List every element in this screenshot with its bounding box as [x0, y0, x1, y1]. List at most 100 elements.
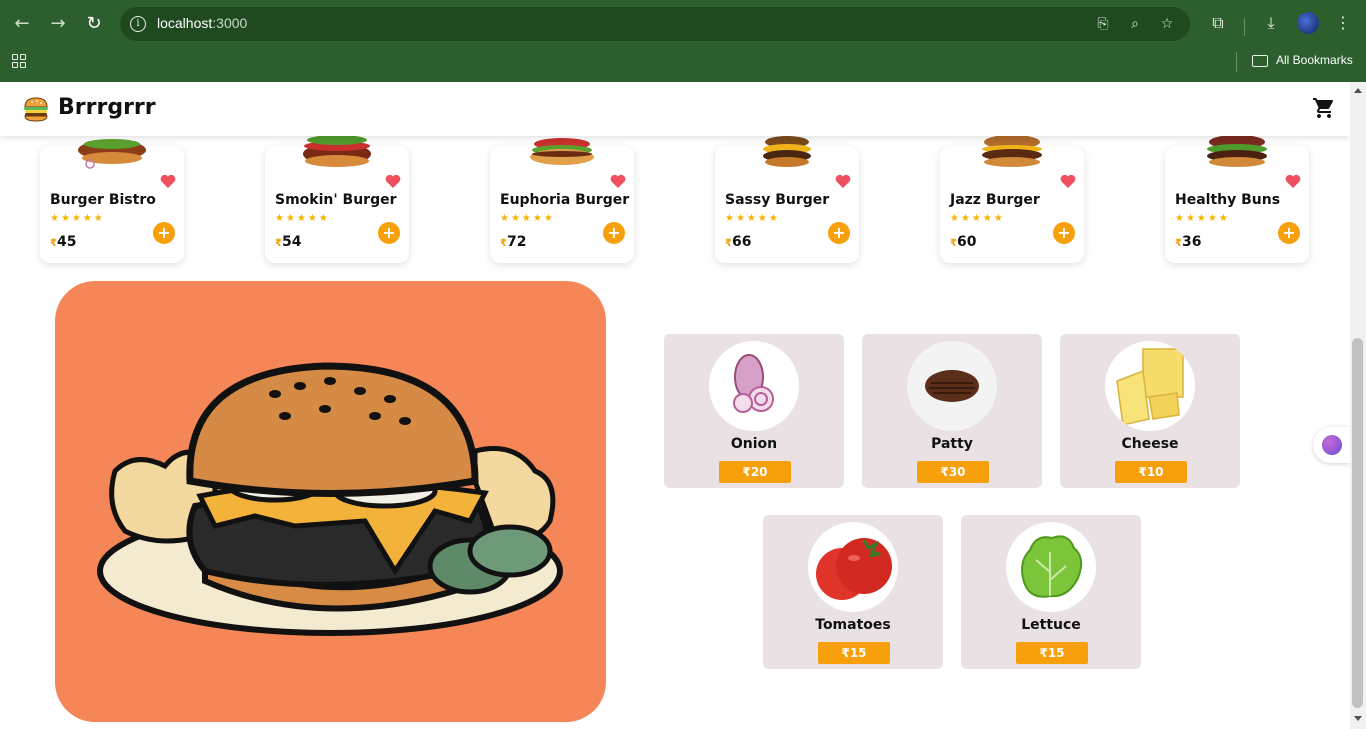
cart-icon[interactable] [1312, 96, 1336, 120]
ingredient-card[interactable]: Cheese ₹10 [1060, 334, 1240, 488]
browser-toolbar: ← → ↻ i localhost:3000 ⎘ ⌕ ☆ ⧉ ⤓ ⋮ [0, 4, 1366, 44]
price-value: 45 [56, 234, 77, 250]
ingredient-price-button[interactable]: ₹15 [1016, 642, 1088, 664]
rating-stars-icon: ★★★★★ [500, 213, 555, 224]
toolbar-divider [1244, 18, 1245, 36]
add-to-cart-button[interactable]: + [1278, 222, 1300, 244]
folder-icon[interactable] [1252, 55, 1268, 67]
rating-stars-icon: ★★★★★ [50, 213, 105, 224]
add-to-cart-button[interactable]: + [1053, 222, 1075, 244]
heart-icon[interactable] [1285, 174, 1301, 188]
currency-symbol: ₹ [50, 238, 57, 249]
product-price: ₹45 [50, 234, 76, 250]
ingredient-image [907, 341, 997, 431]
add-to-cart-button[interactable]: + [828, 222, 850, 244]
scrollbar-thumb[interactable] [1352, 338, 1363, 708]
burger-image [303, 135, 371, 167]
onion-icon [733, 354, 774, 413]
ingredient-name: Cheese [1121, 436, 1179, 452]
ingredient-name: Patty [931, 436, 973, 452]
extensions-icon[interactable]: ⧉ [1207, 12, 1229, 34]
burger-illustration-image [97, 362, 563, 636]
product-name: Smokin' Burger [275, 192, 397, 208]
currency-symbol: ₹ [950, 238, 957, 249]
heart-icon[interactable] [1060, 174, 1076, 188]
back-icon[interactable]: ← [10, 12, 34, 36]
product-card[interactable]: Healthy Buns ★★★★★ ₹36 + [1165, 135, 1309, 263]
price-value: 72 [506, 234, 527, 250]
site-navbar: Brrrgrrr [0, 82, 1350, 136]
rating-stars-icon: ★★★★★ [725, 213, 780, 224]
rating-stars-icon: ★★★★★ [1175, 213, 1230, 224]
assistant-bubble-icon[interactable] [1313, 427, 1350, 463]
brand-name[interactable]: Brrrgrrr [58, 95, 156, 120]
currency-symbol: ₹ [275, 238, 282, 249]
price-value: 60 [956, 234, 977, 250]
patty-icon [925, 370, 979, 402]
profile-avatar[interactable] [1297, 12, 1319, 34]
site-info-icon[interactable]: i [130, 16, 146, 32]
product-price: ₹66 [725, 234, 751, 250]
address-bar[interactable]: i localhost:3000 ⎘ ⌕ ☆ [120, 7, 1190, 41]
scroll-up-icon[interactable] [1354, 88, 1362, 93]
ingredient-price-button[interactable]: ₹20 [719, 461, 791, 483]
currency-symbol: ₹ [725, 238, 732, 249]
ingredient-image [1105, 341, 1195, 431]
heart-icon[interactable] [385, 174, 401, 188]
burger-image [763, 136, 811, 167]
ingredient-image [1006, 522, 1096, 612]
brain-icon [1322, 435, 1342, 455]
reload-icon[interactable]: ↻ [82, 12, 106, 36]
ingredient-image [709, 341, 799, 431]
page-content: Brrrgrrr Burger Bistro ★★★★★ ₹45 + Smoki… [0, 82, 1350, 729]
forward-icon[interactable]: → [46, 12, 70, 36]
product-card[interactable]: Jazz Burger ★★★★★ ₹60 + [940, 135, 1084, 263]
lettuce-icon [1021, 535, 1083, 598]
ingredient-card[interactable]: Tomatoes ₹15 [763, 515, 943, 669]
ingredient-image [808, 522, 898, 612]
heart-icon[interactable] [835, 174, 851, 188]
ingredient-card[interactable]: Patty ₹30 [862, 334, 1042, 488]
burger-image [982, 135, 1042, 167]
all-bookmarks-link[interactable]: All Bookmarks [1276, 53, 1353, 67]
heart-icon[interactable] [610, 174, 626, 188]
ingredient-name: Onion [730, 436, 778, 452]
install-app-icon[interactable]: ⎘ [1094, 15, 1112, 33]
heart-icon[interactable] [160, 174, 176, 188]
bookmark-star-icon[interactable]: ☆ [1158, 15, 1176, 33]
ingredient-price-button[interactable]: ₹15 [818, 642, 890, 664]
product-name: Jazz Burger [950, 192, 1040, 208]
url-host: localhost [157, 15, 213, 31]
ingredient-price-button[interactable]: ₹30 [917, 461, 989, 483]
add-to-cart-button[interactable]: + [603, 222, 625, 244]
price-value: 54 [281, 234, 302, 250]
tomato-icon [816, 538, 892, 600]
product-name: Sassy Burger [725, 192, 830, 208]
ingredient-card[interactable]: Onion ₹20 [664, 334, 844, 488]
page-scrollbar[interactable] [1350, 82, 1366, 729]
ingredient-name: Tomatoes [815, 617, 891, 633]
scroll-down-icon[interactable] [1354, 716, 1362, 721]
ingredient-card[interactable]: Lettuce ₹15 [961, 515, 1141, 669]
product-card[interactable]: Sassy Burger ★★★★★ ₹66 + [715, 136, 859, 263]
menu-kebab-icon[interactable]: ⋮ [1332, 12, 1354, 34]
product-card[interactable]: Burger Bistro ★★★★★ ₹45 + [40, 139, 184, 263]
burger-image [530, 138, 594, 165]
add-to-cart-button[interactable]: + [153, 222, 175, 244]
product-price: ₹60 [950, 234, 976, 250]
bookmarks-divider [1236, 52, 1237, 72]
rating-stars-icon: ★★★★★ [275, 213, 330, 224]
ingredient-price-button[interactable]: ₹10 [1115, 461, 1187, 483]
product-price: ₹54 [275, 234, 301, 250]
product-card[interactable]: Smokin' Burger ★★★★★ ₹54 + [265, 135, 409, 263]
apps-grid-icon[interactable] [12, 54, 28, 70]
downloads-icon[interactable]: ⤓ [1260, 12, 1282, 34]
hero-burger-illustration [55, 281, 606, 722]
add-to-cart-button[interactable]: + [378, 222, 400, 244]
burger-logo-icon[interactable] [22, 96, 50, 122]
browser-chrome: ← → ↻ i localhost:3000 ⎘ ⌕ ☆ ⧉ ⤓ ⋮ All B… [0, 0, 1366, 82]
product-price: ₹36 [1175, 234, 1201, 250]
product-card[interactable]: Euphoria Burger ★★★★★ ₹72 + [490, 138, 634, 263]
zoom-icon[interactable]: ⌕ [1126, 15, 1144, 33]
url-text[interactable]: localhost:3000 [157, 15, 247, 31]
